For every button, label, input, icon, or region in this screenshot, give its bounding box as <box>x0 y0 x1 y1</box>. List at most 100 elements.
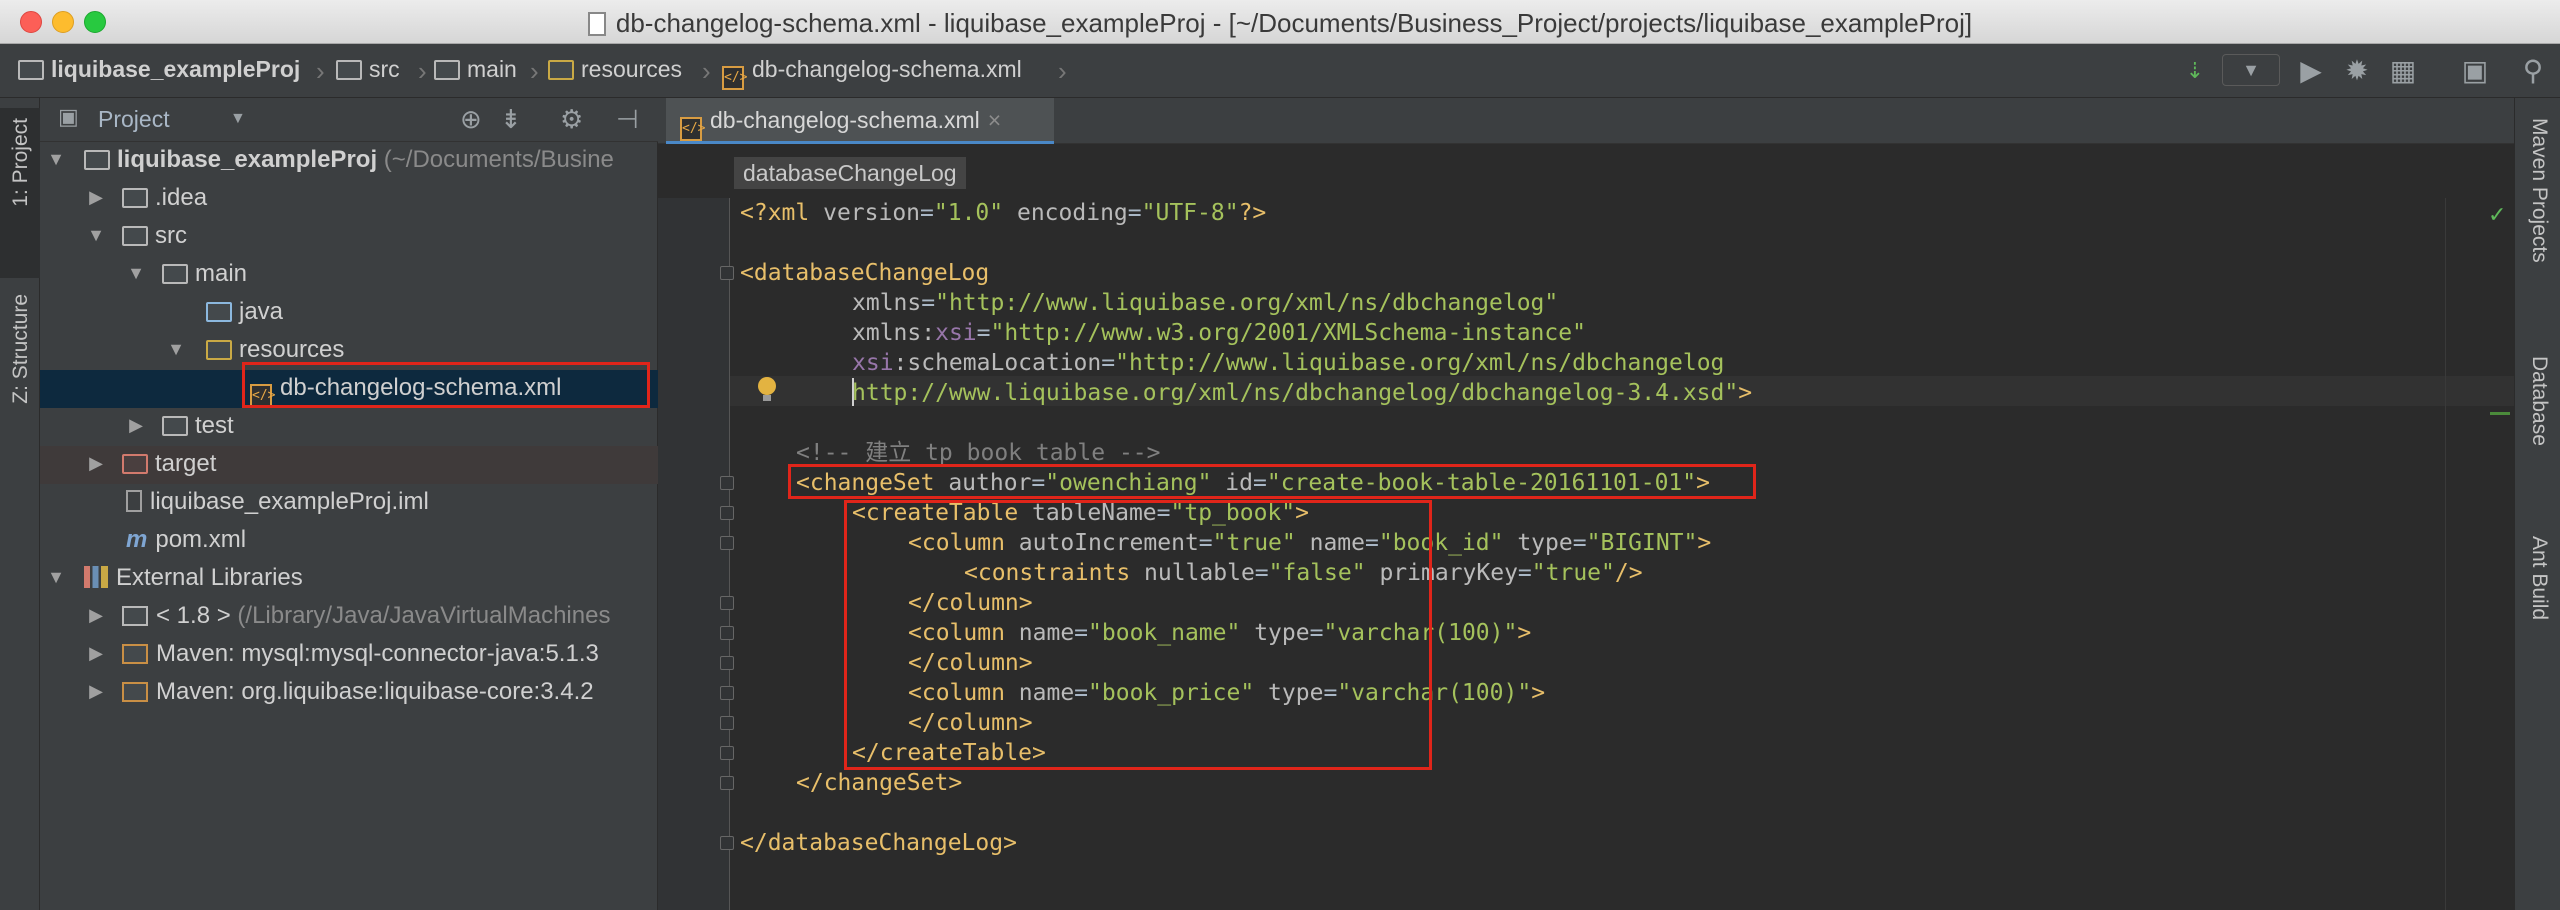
editor-tabs: </> db-changelog-schema.xml × <box>658 98 2514 144</box>
tab-ant-build[interactable]: Ant Build <box>2515 536 2560 736</box>
intention-bulb-icon[interactable] <box>755 376 779 406</box>
excluded-folder-icon <box>122 454 148 474</box>
tree-item-external-libraries[interactable]: ▼ External Libraries <box>40 560 658 598</box>
gear-icon[interactable]: ⚙ <box>560 104 583 135</box>
tree-item-project-root[interactable]: ▼ liquibase_exampleProj (~/Documents/Bus… <box>40 142 658 180</box>
navigation-bar: liquibase_exampleProj › src › main › res… <box>0 44 2560 98</box>
code-line-20: </changeSet> <box>796 770 963 796</box>
xml-tag-breadcrumb[interactable]: databaseChangeLog <box>734 157 966 189</box>
tab-db-changelog-schema[interactable]: </> db-changelog-schema.xml × <box>666 98 1054 144</box>
fold-marker[interactable] <box>720 266 734 280</box>
folder-icon <box>122 188 148 208</box>
fold-marker[interactable] <box>720 506 734 520</box>
tree-item-mysql-connector[interactable]: ▶ Maven: mysql:mysql-connector-java:5.1.… <box>40 636 658 674</box>
tab-database[interactable]: Database <box>2515 356 2560 556</box>
tree-item-db-changelog-schema[interactable]: </> db-changelog-schema.xml <box>40 370 658 408</box>
fold-marker[interactable] <box>720 716 734 730</box>
fold-marker[interactable] <box>720 596 734 610</box>
tree-item-resources[interactable]: ▼ resources <box>40 332 658 370</box>
source-folder-icon <box>206 302 232 322</box>
expanded-arrow-icon[interactable]: ▼ <box>46 567 66 588</box>
fold-marker[interactable] <box>720 686 734 700</box>
fold-marker[interactable] <box>720 476 734 490</box>
folder-icon <box>336 60 362 80</box>
run-icon[interactable]: ▶ <box>2294 54 2328 88</box>
project-panel: ▣ Project ▼ ⊕ ⇟ ⚙ ⊣ ▼ liquibase_exampleP… <box>40 98 658 910</box>
code-editor[interactable]: <?xml version="1.0" encoding="UTF-8"?> <… <box>658 198 2514 910</box>
breadcrumb-project[interactable]: liquibase_exampleProj <box>18 56 300 86</box>
collapse-all-icon[interactable]: ⇟ <box>500 104 522 135</box>
resources-folder-icon <box>548 60 574 80</box>
tree-item-iml[interactable]: liquibase_exampleProj.iml <box>40 484 658 522</box>
folder-icon <box>162 416 188 436</box>
code-line-12: <column autoIncrement="true" name="book_… <box>908 530 1712 556</box>
breadcrumb-separator: › <box>418 56 427 86</box>
collapsed-arrow-icon[interactable]: ▶ <box>86 681 106 702</box>
xml-breadcrumb-bar: databaseChangeLog <box>658 144 2514 198</box>
tab-project[interactable]: 1: Project <box>0 108 40 278</box>
folder-icon <box>162 264 188 284</box>
vcs-update-icon[interactable]: ⇣ <box>2178 54 2212 88</box>
project-structure-icon[interactable]: ▣ <box>2458 54 2492 88</box>
xml-file-icon: </> <box>680 117 705 141</box>
expanded-arrow-icon[interactable]: ▼ <box>166 339 186 360</box>
tree-item-src[interactable]: ▼ src <box>40 218 658 256</box>
collapsed-arrow-icon[interactable]: ▶ <box>86 187 106 208</box>
tree-item-idea[interactable]: ▶ .idea <box>40 180 658 218</box>
scroll-from-source-icon[interactable]: ⊕ <box>460 104 482 135</box>
project-folder-icon <box>84 150 110 170</box>
project-view-selector[interactable]: Project <box>98 106 170 133</box>
code-line-6: xsi:schemaLocation="http://www.liquibase… <box>852 350 1725 376</box>
collapsed-arrow-icon[interactable]: ▶ <box>86 453 106 474</box>
debug-icon[interactable]: ✹ <box>2340 54 2374 88</box>
expanded-arrow-icon[interactable]: ▼ <box>126 263 146 284</box>
breadcrumb-main[interactable]: main <box>434 56 517 86</box>
tab-structure[interactable]: Z: Structure <box>0 284 40 464</box>
code-line-14: </column> <box>908 590 1033 616</box>
module-file-icon <box>126 490 142 512</box>
tree-item-java[interactable]: java <box>40 294 658 332</box>
breadcrumb-file[interactable]: </> db-changelog-schema.xml <box>722 56 1022 90</box>
chevron-down-icon[interactable]: ▼ <box>230 110 246 128</box>
right-tool-stripe: Maven Projects Database Ant Build <box>2514 98 2560 910</box>
fold-marker[interactable] <box>720 776 734 790</box>
code-line-7: http://www.liquibase.org/xml/ns/dbchange… <box>852 380 1753 406</box>
breadcrumb-src[interactable]: src <box>336 56 400 86</box>
folder-icon <box>434 60 460 80</box>
search-icon[interactable]: ⚲ <box>2516 54 2550 88</box>
tree-item-pom[interactable]: m pom.xml <box>40 522 658 560</box>
hide-panel-icon[interactable]: ⊣ <box>616 104 639 135</box>
breadcrumb-separator: › <box>1058 56 1067 86</box>
project-folder-icon <box>18 60 44 80</box>
code-line-1: <?xml version="1.0" encoding="UTF-8"?> <box>740 200 1267 226</box>
code-line-5: xmlns:xsi="http://www.w3.org/2001/XMLSch… <box>852 320 1586 346</box>
fold-marker[interactable] <box>720 836 734 850</box>
collapsed-arrow-icon[interactable]: ▶ <box>86 605 106 626</box>
tree-item-target[interactable]: ▶ target <box>40 446 658 484</box>
fold-marker[interactable] <box>720 746 734 760</box>
breadcrumb-separator: › <box>530 56 539 86</box>
fold-marker[interactable] <box>720 656 734 670</box>
expanded-arrow-icon[interactable]: ▼ <box>46 149 66 170</box>
run-config-dropdown[interactable]: ▼ <box>2222 54 2280 86</box>
close-tab-icon[interactable]: × <box>988 107 1001 133</box>
project-view-icon: ▣ <box>58 104 79 129</box>
expanded-arrow-icon[interactable]: ▼ <box>86 225 106 246</box>
tree-item-jdk[interactable]: ▶ < 1.8 > (/Library/Java/JavaVirtualMach… <box>40 598 658 636</box>
code-line-11: <createTable tableName="tp_book"> <box>852 500 1309 526</box>
collapsed-arrow-icon[interactable]: ▶ <box>126 415 146 436</box>
fold-marker[interactable] <box>720 536 734 550</box>
tree-item-test[interactable]: ▶ test <box>40 408 658 446</box>
window-title: db-changelog-schema.xml - liquibase_exam… <box>0 8 2560 39</box>
xml-file-icon: </> <box>250 384 275 408</box>
tree-item-main[interactable]: ▼ main <box>40 256 658 294</box>
coverage-icon[interactable]: ▦ <box>2386 54 2420 88</box>
breadcrumb-resources[interactable]: resources <box>548 56 682 86</box>
fold-marker[interactable] <box>720 626 734 640</box>
tree-item-liquibase-core[interactable]: ▶ Maven: org.liquibase:liquibase-core:3.… <box>40 674 658 712</box>
left-tool-stripe: 1: Project Z: Structure <box>0 98 40 910</box>
text-cursor <box>852 378 854 406</box>
code-line-22: </databaseChangeLog> <box>740 830 1017 856</box>
code-line-18: </column> <box>908 710 1033 736</box>
collapsed-arrow-icon[interactable]: ▶ <box>86 643 106 664</box>
